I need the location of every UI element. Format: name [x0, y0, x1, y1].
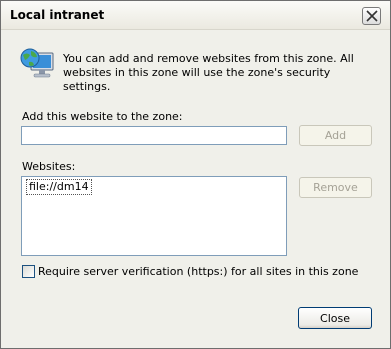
- close-icon: [366, 10, 378, 22]
- add-button[interactable]: Add: [299, 125, 372, 146]
- remove-button[interactable]: Remove: [299, 177, 372, 198]
- close-window-button[interactable]: [362, 7, 381, 25]
- dialog-title: Local intranet: [10, 8, 105, 22]
- add-website-input[interactable]: [21, 126, 287, 145]
- local-intranet-dialog: Local intranet You can add and remove we…: [0, 0, 391, 349]
- websites-label: Websites:: [22, 160, 76, 173]
- website-list-item[interactable]: file://dm14: [26, 179, 92, 195]
- zone-description: You can add and remove websites from thi…: [63, 52, 354, 93]
- require-verification-label[interactable]: Require server verification (https:) for…: [38, 265, 358, 278]
- require-verification-checkbox[interactable]: [22, 265, 35, 278]
- title-bar[interactable]: Local intranet: [1, 1, 390, 30]
- intranet-computer-globe-icon: [19, 45, 59, 83]
- close-button[interactable]: Close: [298, 307, 372, 329]
- websites-list[interactable]: file://dm14: [21, 176, 287, 256]
- add-website-label: Add this website to the zone:: [22, 110, 183, 123]
